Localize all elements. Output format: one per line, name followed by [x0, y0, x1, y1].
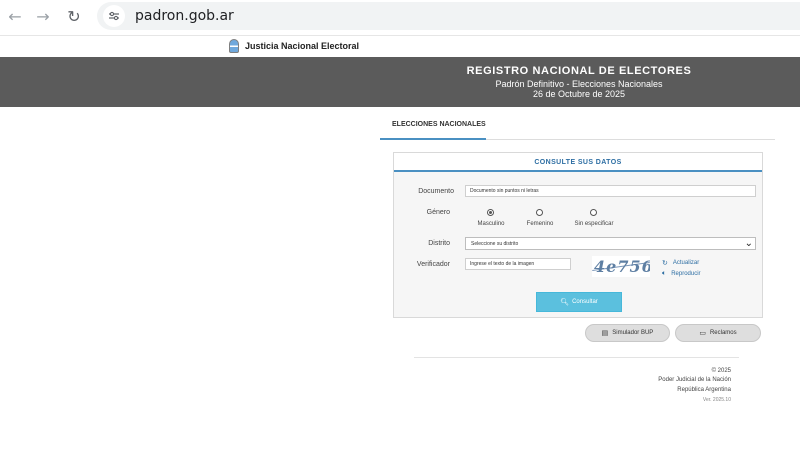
- simulador-label: Simulador BUP: [612, 330, 654, 336]
- url-text[interactable]: padron.gob.ar: [135, 8, 234, 24]
- argentina-crest-icon: [229, 39, 239, 53]
- consulta-panel: CONSULTE SUS DATOS Documento Documento s…: [393, 152, 763, 318]
- actualizar-label: Actualizar: [672, 260, 700, 266]
- panel-title: CONSULTE SUS DATOS: [394, 153, 762, 172]
- distrito-selected: Seleccione su distrito: [471, 241, 519, 247]
- logo-label: Justicia Nacional Electoral: [245, 41, 360, 51]
- search-icon: 🔍︎: [560, 298, 570, 306]
- radio-sin-especificar-label: Sin especificar: [574, 221, 614, 227]
- footer-copyright: © 2025: [711, 368, 731, 374]
- speaker-icon: 🔈︎: [662, 269, 667, 277]
- radio-sin-especificar[interactable]: [590, 209, 597, 216]
- reclamos-button[interactable]: ▭ Reclamos: [675, 324, 761, 342]
- browser-toolbar: ← → ↻ padron.gob.ar: [0, 0, 800, 32]
- footer-version: Ver. 2025.10: [702, 397, 731, 403]
- address-bar[interactable]: padron.gob.ar: [97, 2, 800, 30]
- actualizar-link[interactable]: ↻ Actualizar: [662, 259, 699, 267]
- distrito-select[interactable]: Seleccione su distrito ⌄: [465, 237, 756, 250]
- chevron-down-icon: ⌄: [744, 238, 753, 249]
- captcha-text: 4e756: [594, 257, 650, 276]
- verificador-input[interactable]: Ingrese el texto de la imagen: [465, 258, 571, 270]
- verificador-label: Verificador: [416, 261, 450, 268]
- radio-femenino-label: Femenino: [526, 221, 554, 227]
- radio-femenino[interactable]: [536, 209, 543, 216]
- tab-elecciones-nacionales[interactable]: ELECCIONES NACIONALES: [380, 117, 486, 140]
- genero-label: Género: [426, 209, 450, 216]
- banner-date: 26 de Octubre de 2025: [532, 89, 626, 99]
- captcha-image: 4e756: [592, 256, 650, 277]
- simulador-bup-button[interactable]: ▤ Simulador BUP: [585, 324, 670, 342]
- documento-input[interactable]: Documento sin puntos ni letras: [465, 185, 756, 197]
- consultar-button[interactable]: 🔍︎ Consultar: [536, 292, 622, 312]
- radio-masculino[interactable]: [487, 209, 494, 216]
- site-info-icon[interactable]: [103, 5, 125, 27]
- banner-title: REGISTRO NACIONAL DE ELECTORES: [466, 65, 692, 77]
- banner-subtitle: Padrón Definitivo - Elecciones Nacionale…: [495, 79, 663, 89]
- tab-bar: ELECCIONES NACIONALES: [380, 117, 775, 140]
- reproducir-label: Reproducir: [671, 270, 701, 277]
- refresh-icon: ↻: [662, 259, 668, 267]
- reclamos-label: Reclamos: [709, 330, 737, 336]
- reproducir-link[interactable]: 🔈︎ Reproducir: [662, 269, 701, 278]
- consultar-label: Consultar: [572, 299, 598, 305]
- documento-label: Documento: [418, 188, 454, 195]
- footer-org2: República Argentina: [677, 387, 731, 393]
- footer-org1: Poder Judicial de la Nación: [658, 377, 731, 383]
- header-banner: REGISTRO NACIONAL DE ELECTORES Padrón De…: [0, 57, 800, 107]
- site-top-strip: Justicia Nacional Electoral: [0, 35, 800, 57]
- footer-divider: [414, 357, 739, 358]
- distrito-label: Distrito: [428, 240, 450, 247]
- jne-logo[interactable]: Justicia Nacional Electoral: [229, 39, 359, 53]
- back-arrow-icon[interactable]: ←: [0, 1, 30, 31]
- inbox-icon: ▭: [699, 329, 706, 337]
- reload-icon[interactable]: ↻: [59, 1, 89, 31]
- forward-arrow-icon[interactable]: →: [28, 1, 58, 31]
- document-icon: ▤: [601, 329, 609, 337]
